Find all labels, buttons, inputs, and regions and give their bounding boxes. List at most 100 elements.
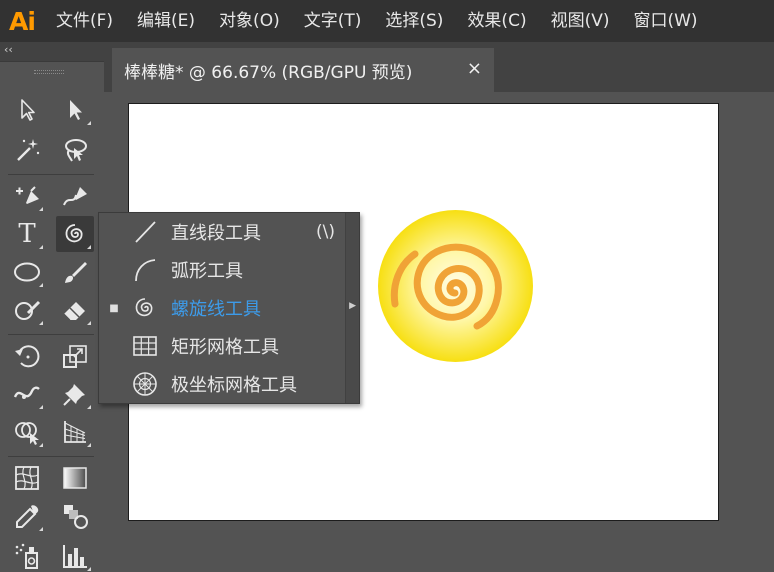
- tools-panel-header: ‹‹: [0, 42, 104, 62]
- menu-type[interactable]: 文字(T): [292, 0, 374, 42]
- flyout-item-label: 极坐标网格工具: [171, 375, 297, 396]
- mesh-tool[interactable]: [8, 460, 46, 496]
- flyout-item-shortcut: (\): [316, 222, 335, 242]
- flyout-item-label: 弧形工具: [171, 261, 243, 282]
- width-tool[interactable]: [8, 376, 46, 412]
- submenu-corner-icon: [39, 207, 43, 211]
- selection-tool[interactable]: [8, 92, 46, 128]
- gradient-icon: [63, 467, 87, 489]
- submenu-corner-icon: [39, 443, 43, 447]
- collapse-panel-icon[interactable]: ‹‹: [4, 43, 13, 57]
- submenu-corner-icon: [87, 443, 91, 447]
- ellipse-icon: [14, 262, 40, 282]
- submenu-corner-icon: [39, 527, 43, 531]
- lasso-icon: [65, 139, 87, 162]
- flyout-item-spiral[interactable]: ■ 螺旋线工具: [99, 289, 345, 327]
- menu-object[interactable]: 对象(O): [207, 0, 292, 42]
- puppet-warp-tool[interactable]: [56, 376, 94, 412]
- rotate-tool[interactable]: [8, 338, 46, 374]
- symbol-sprayer-tool[interactable]: [8, 538, 46, 572]
- app-logo: Ai: [9, 6, 36, 36]
- eraser-icon: [63, 302, 85, 321]
- perspective-grid-icon: [64, 421, 86, 443]
- lollipop-artwork[interactable]: [377, 209, 534, 363]
- tool-divider: [8, 174, 94, 175]
- magic-wand-tool[interactable]: [8, 132, 46, 168]
- column-graph-tool[interactable]: [56, 538, 94, 572]
- menu-view[interactable]: 视图(V): [539, 0, 622, 42]
- menu-window[interactable]: 窗口(W): [621, 0, 709, 42]
- pen-tool[interactable]: [8, 178, 46, 214]
- direct-selection-tool[interactable]: [56, 92, 94, 128]
- rectangular-grid-icon: [133, 336, 157, 356]
- add-anchor-pen-icon: [16, 186, 39, 204]
- spiral-icon: [135, 298, 153, 317]
- column-graph-icon: [63, 545, 87, 568]
- scale-icon: [63, 345, 87, 368]
- panel-grip[interactable]: [34, 70, 64, 74]
- tool-divider: [8, 334, 94, 335]
- document-tab-bar: 棒棒糖* @ 66.67% (RGB/GPU 预览) ×: [104, 42, 774, 92]
- magic-wand-icon: [17, 139, 40, 161]
- flyout-item-rectangular-grid[interactable]: 矩形网格工具: [99, 327, 345, 365]
- flyout-item-label: 矩形网格工具: [171, 337, 279, 358]
- arc-icon: [135, 259, 156, 282]
- menu-select[interactable]: 选择(S): [373, 0, 455, 42]
- width-icon: [13, 386, 40, 399]
- submenu-corner-icon: [87, 121, 91, 125]
- mesh-icon: [15, 466, 39, 490]
- flyout-item-arc[interactable]: 弧形工具: [99, 251, 345, 289]
- menu-file[interactable]: 文件(F): [44, 0, 125, 42]
- gradient-tool[interactable]: [56, 460, 94, 496]
- type-tool[interactable]: T: [8, 216, 46, 252]
- rotate-icon: [15, 345, 40, 368]
- symbol-sprayer-icon: [15, 543, 38, 569]
- submenu-corner-icon: [39, 405, 43, 409]
- submenu-corner-icon: [87, 245, 91, 249]
- blend-tool[interactable]: [56, 498, 94, 534]
- shape-builder-tool[interactable]: [8, 414, 46, 450]
- blend-icon: [64, 505, 88, 529]
- tool-divider: [8, 456, 94, 457]
- flyout-item-polar-grid[interactable]: 极坐标网格工具: [99, 365, 345, 403]
- submenu-corner-icon: [87, 321, 91, 325]
- menu-bar: Ai 文件(F) 编辑(E) 对象(O) 文字(T) 选择(S) 效果(C) 视…: [0, 0, 774, 42]
- selected-square-icon: ■: [109, 302, 119, 314]
- eyedropper-tool[interactable]: [8, 498, 46, 534]
- submenu-corner-icon: [39, 283, 43, 287]
- document-tab[interactable]: 棒棒糖* @ 66.67% (RGB/GPU 预览) ×: [112, 48, 494, 92]
- polar-grid-icon: [133, 372, 157, 396]
- submenu-corner-icon: [39, 321, 43, 325]
- shape-builder-icon: [15, 422, 39, 445]
- flyout-item-label: 螺旋线工具: [171, 299, 261, 320]
- flyout-item-line-segment[interactable]: 直线段工具 (\): [99, 213, 345, 251]
- lasso-tool[interactable]: [56, 132, 94, 168]
- spiral-icon: [65, 224, 83, 243]
- flyout-tearoff-arrow-icon[interactable]: ▶: [349, 301, 356, 311]
- spiral-tool[interactable]: [56, 216, 94, 252]
- close-tab-icon[interactable]: ×: [467, 58, 482, 79]
- submenu-corner-icon: [87, 567, 91, 571]
- ellipse-tool[interactable]: [8, 254, 46, 290]
- menu-edit[interactable]: 编辑(E): [125, 0, 207, 42]
- selection-arrow-icon: [21, 99, 35, 121]
- shaper-icon: [15, 300, 41, 320]
- tools-panel: ‹‹ T: [0, 42, 104, 572]
- shaper-tool[interactable]: [8, 292, 46, 328]
- curvature-tool[interactable]: [56, 178, 94, 214]
- line-segment-icon: [135, 221, 156, 243]
- paintbrush-icon: [65, 262, 87, 283]
- submenu-corner-icon: [39, 245, 43, 249]
- perspective-grid-tool[interactable]: [56, 414, 94, 450]
- flyout-tearoff-strip[interactable]: ▶: [345, 213, 359, 403]
- scale-tool[interactable]: [56, 338, 94, 374]
- direct-selection-arrow-icon: [70, 100, 82, 120]
- curvature-pen-icon: [63, 187, 87, 206]
- type-t-icon: T: [18, 219, 36, 249]
- menu-effect[interactable]: 效果(C): [455, 0, 538, 42]
- eyedropper-icon: [16, 505, 39, 528]
- paintbrush-tool[interactable]: [56, 254, 94, 290]
- pushpin-icon: [63, 384, 85, 406]
- submenu-corner-icon: [87, 405, 91, 409]
- eraser-tool[interactable]: [56, 292, 94, 328]
